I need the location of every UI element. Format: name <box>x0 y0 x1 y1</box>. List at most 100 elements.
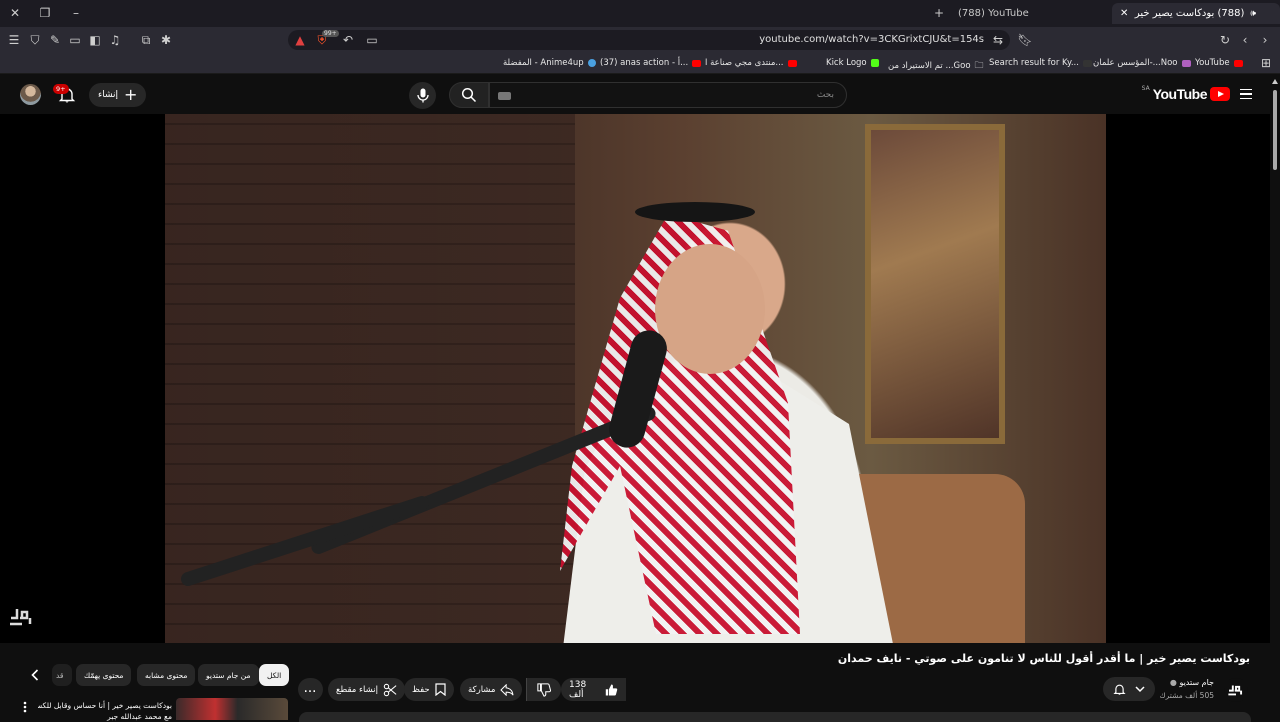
tab-close-icon[interactable]: ✕ <box>1120 8 1128 19</box>
menu-icon[interactable] <box>1240 89 1252 99</box>
site-icon <box>1082 59 1092 67</box>
scroll-up-arrow-icon[interactable] <box>1272 79 1278 84</box>
sidebar-menu-icon[interactable]: ☰ <box>6 32 22 48</box>
video-title: بودكاست يصير خير | ما أقدر أقول للناس لا… <box>837 652 1250 665</box>
channel-avatar[interactable] <box>1224 678 1248 702</box>
create-button[interactable]: إنشاء + <box>89 83 147 107</box>
bookmark-item[interactable]: YouTube <box>1195 58 1243 68</box>
bookmark-item[interactable]: المؤسس علمان-...Noo <box>1093 58 1191 68</box>
tab-youtube[interactable]: (788) YouTube <box>950 3 1133 24</box>
voice-search-button[interactable] <box>409 82 436 109</box>
youtube-header: SA YouTube بحث إنشاء + 9+ <box>0 75 1280 114</box>
video-frame[interactable] <box>165 114 1106 643</box>
page-scrollbar[interactable] <box>1270 75 1280 720</box>
plus-icon: + <box>124 85 138 104</box>
youtube-icon <box>692 59 702 67</box>
undo-icon[interactable]: ↶ <box>340 32 356 48</box>
chip-all[interactable]: الكل <box>259 664 290 686</box>
close-window-icon[interactable]: ✕ <box>5 4 25 22</box>
save-label: حفظ <box>412 684 430 695</box>
chip-from-channel[interactable]: من جام ستديو <box>198 664 259 686</box>
extension-alert-icon[interactable]: ▲ <box>292 32 308 48</box>
youtube-logo-icon <box>1210 87 1230 101</box>
tab-label: (788) بودكاست يصير خير | ما أ... <box>1134 8 1245 19</box>
youtube-logo[interactable]: SA YouTube <box>1142 85 1230 102</box>
site-settings-icon[interactable]: ⇆ <box>990 32 1006 48</box>
video-player[interactable] <box>0 114 1270 643</box>
shield-icon[interactable]: ⛉ <box>27 32 43 48</box>
logo-text: YouTube <box>1152 86 1208 102</box>
dislike-button[interactable] <box>526 678 561 701</box>
scrollbar-thumb[interactable] <box>1273 90 1277 170</box>
kick-icon <box>870 59 879 67</box>
share-label: مشاركة <box>468 684 496 695</box>
new-tab-icon[interactable]: + <box>929 4 949 22</box>
like-button[interactable]: 138 ألف <box>561 678 626 701</box>
recommendation-title[interactable]: بودكاست يصير خير | أنا حساس وقابل للكسر … <box>38 700 172 722</box>
search-button[interactable] <box>449 82 489 108</box>
site-icon <box>1181 59 1191 67</box>
site-icon <box>587 59 596 67</box>
video-painting <box>865 124 1005 444</box>
video-face <box>655 244 765 374</box>
minimize-window-icon[interactable]: – <box>66 4 86 22</box>
recommendation-more-button[interactable] <box>20 700 30 714</box>
clip-button[interactable]: إنشاء مقطع <box>328 678 405 701</box>
reader-icon[interactable]: ▭ <box>364 32 380 48</box>
video-agal <box>635 202 755 222</box>
browser-tab-bar: ✕ ❐ – + (788) YouTube ✕ (788) بودكاست يص… <box>0 0 1280 27</box>
bookmark-item[interactable]: المفضلة - Anime4up <box>503 58 596 68</box>
subscribed-button[interactable] <box>1103 677 1155 701</box>
more-horizontal-icon: ... <box>304 684 317 695</box>
address-bar[interactable]: youtube.com/watch?v=3CKGrixtCJU&t=154s ▲… <box>288 30 1010 50</box>
browser-toolbar: ☰ ⛉ ✎ ▭ ◧ ♫ ⧉ ✱ youtube.com/watch?v=3CKG… <box>0 27 1280 53</box>
reload-icon[interactable]: ↻ <box>1217 32 1233 48</box>
chips-prev-button[interactable] <box>27 667 43 683</box>
channel-watermark-logo[interactable] <box>8 604 36 628</box>
bookmark-item[interactable]: (37) anas action - أ... <box>600 58 702 68</box>
chip-for-you[interactable]: محتوى يهمّك <box>76 664 132 686</box>
channel-name[interactable]: جام ستديو ● <box>1170 678 1214 687</box>
more-actions-button[interactable]: ... <box>298 678 323 701</box>
keyboard-icon[interactable] <box>498 92 511 100</box>
bookmarks-bar: ⊞ YouTube المؤسس علمان-...Noo Search res… <box>0 53 1280 74</box>
bookmark-item[interactable]: Search result for Ky... <box>989 58 1092 68</box>
youtube-icon <box>787 59 797 67</box>
extensions-icon[interactable]: ✱ <box>158 32 174 48</box>
tabs-icon[interactable]: ▭ <box>67 32 83 48</box>
bookmark-item[interactable]: تم الاستيراد من ...Goo 🗀 <box>888 58 984 74</box>
restore-window-icon[interactable]: ❐ <box>35 4 55 22</box>
back-icon[interactable]: ‹ <box>1237 32 1253 48</box>
music-icon[interactable]: ♫ <box>107 32 123 48</box>
screenshot-icon[interactable]: ⧉ <box>138 32 154 48</box>
microphone-icon <box>416 88 429 103</box>
verified-icon: ● <box>1169 678 1177 687</box>
chip-similar[interactable]: محتوى مشابه <box>137 664 196 686</box>
bookmark-icon[interactable]: 🔖︎ <box>1017 32 1033 48</box>
notification-badge: 9+ <box>53 84 69 94</box>
tab-label: (788) YouTube <box>958 8 1029 19</box>
search-icon <box>461 87 477 103</box>
folder-icon: 🗀 <box>974 61 984 71</box>
pen-icon[interactable]: ✎ <box>47 32 63 48</box>
sidebar-toggle-icon[interactable]: ◧ <box>87 32 103 48</box>
thumbs-up-icon <box>606 683 618 696</box>
description-box[interactable] <box>299 712 1251 722</box>
tab-video[interactable]: ✕ (788) بودكاست يصير خير | ما أ... 🕪 <box>1112 3 1280 24</box>
bookmark-save-icon <box>435 683 446 696</box>
thumbs-down-icon <box>537 682 551 697</box>
bookmark-item[interactable]: منتدى مجي صناعة ا... <box>705 58 797 68</box>
recommendation-thumbnail[interactable] <box>176 698 288 720</box>
chip-partial[interactable]: قد <box>52 664 72 686</box>
avatar[interactable] <box>20 84 41 105</box>
clip-label: إنشاء مقطع <box>336 684 378 695</box>
save-button[interactable]: حفظ <box>404 678 454 701</box>
audio-icon[interactable]: 🕪 <box>1250 9 1256 19</box>
forward-icon[interactable]: › <box>1257 32 1273 48</box>
search-input[interactable]: بحث <box>489 82 847 108</box>
chevron-down-icon <box>1135 686 1145 693</box>
bookmark-item[interactable]: Kick Logo <box>826 58 879 68</box>
share-button[interactable]: مشاركة <box>460 678 523 701</box>
create-label: إنشاء <box>98 90 119 100</box>
bookmarks-grid-icon[interactable]: ⊞ <box>1258 55 1274 71</box>
